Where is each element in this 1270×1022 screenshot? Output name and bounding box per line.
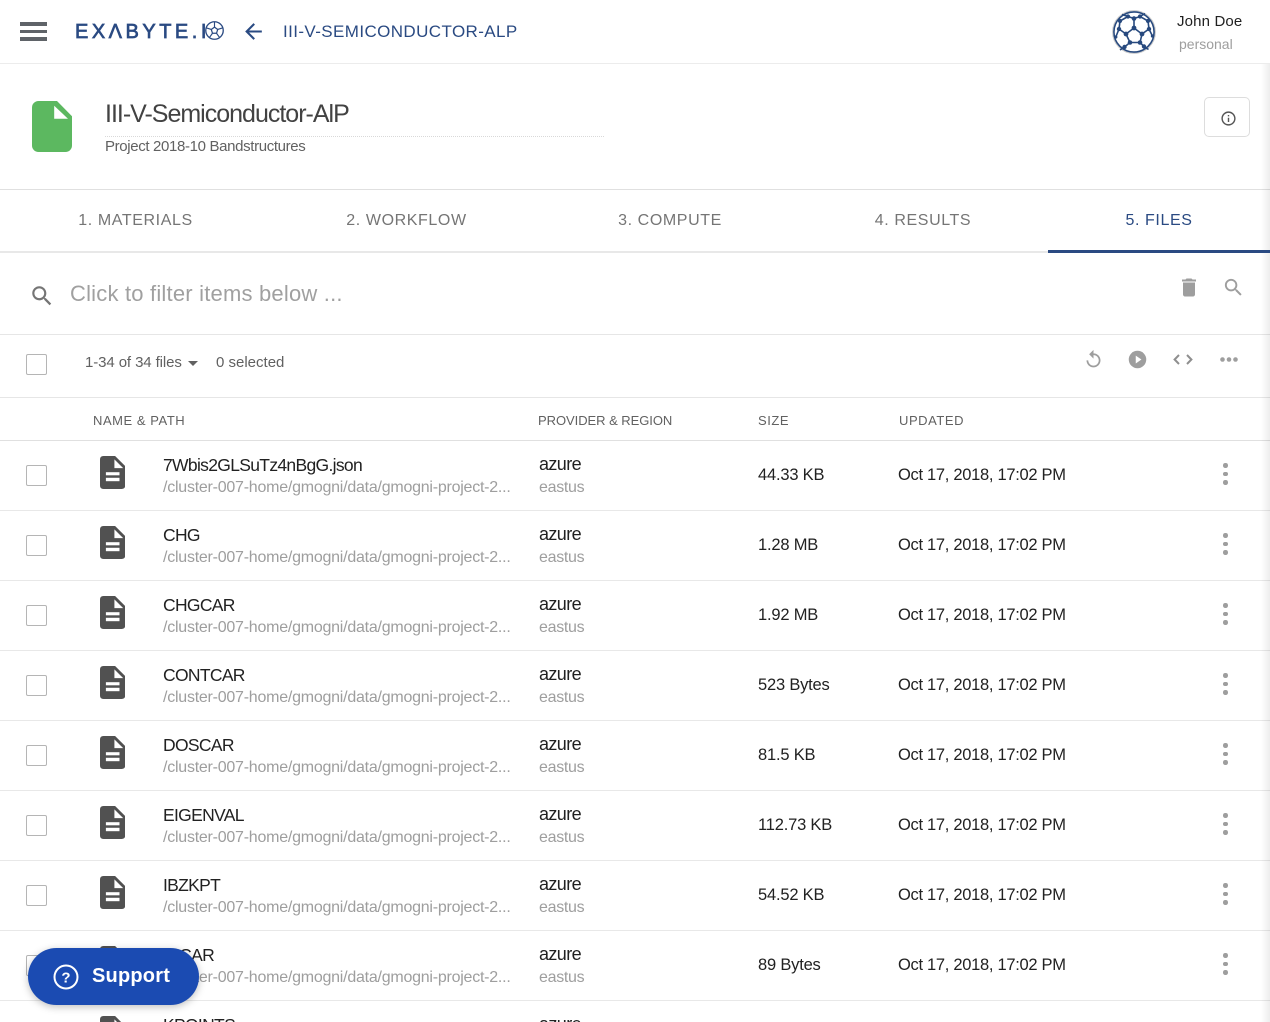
svg-text:?: ?	[61, 970, 70, 987]
